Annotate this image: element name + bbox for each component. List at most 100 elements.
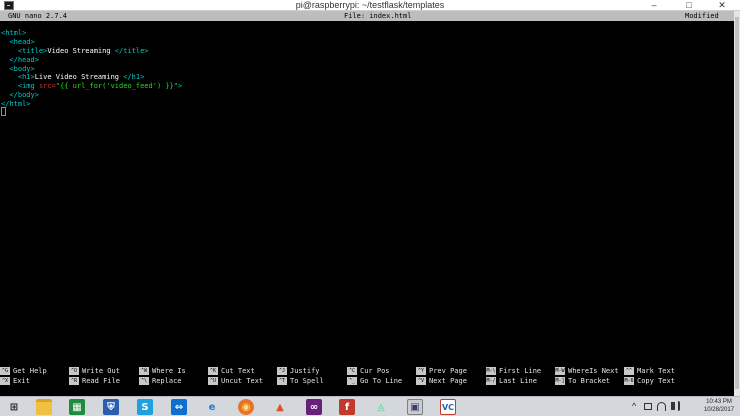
- shortcut-item[interactable]: M-W WhereIs Next: [555, 367, 619, 377]
- window-title: pi@raspberrypi: ~/testflask/templates: [295, 0, 445, 10]
- maximize-button[interactable]: □: [675, 0, 703, 11]
- shortcut-key: M-\: [486, 367, 496, 375]
- text-cursor: [1, 107, 6, 116]
- volume-speaker-icon[interactable]: [671, 402, 675, 410]
- security-shield-icon[interactable]: ⛨: [103, 399, 119, 415]
- shortcut-item[interactable]: ^G Get Help: [0, 367, 47, 377]
- shortcut-key: ^V: [416, 376, 426, 385]
- shortcut-item[interactable]: ^_ Go To Line: [347, 376, 402, 387]
- clock-date: 10/28/2017: [703, 407, 734, 413]
- shortcut-item[interactable]: ^V Next Page: [416, 376, 467, 387]
- code-line: <h1>Live Video Streaming </h1>: [1, 73, 182, 82]
- code-line: <img src="{{ url_for('video_feed') }}">: [1, 82, 182, 91]
- shortcut-item[interactable]: M-/Last Line: [486, 376, 537, 387]
- shortcut-key: ^K: [208, 367, 218, 375]
- taskbar-clock[interactable]: 10:43 PM 10/28/2017: [704, 398, 734, 414]
- shortcut-key: ^G: [0, 367, 10, 375]
- store-icon[interactable]: ▦: [69, 399, 85, 415]
- action-center-icon[interactable]: [644, 403, 652, 410]
- code-token: Live Video Streaming: [34, 73, 124, 82]
- shortcut-label: Cur Pos: [360, 367, 390, 375]
- code-token: <head>: [1, 37, 35, 46]
- teamviewer-icon[interactable]: ⇔: [171, 399, 187, 415]
- filezilla-icon[interactable]: f: [339, 399, 355, 415]
- shortcut-key: ^W: [139, 367, 149, 375]
- shortcut-key: ^_: [347, 376, 357, 385]
- code-token: <html>: [1, 29, 27, 37]
- shortcut-key: ^C: [347, 367, 357, 375]
- system-tray: ^: [630, 397, 690, 416]
- android-studio-icon[interactable]: ◬: [373, 399, 389, 415]
- shortcut-item[interactable]: ^O Write Out: [69, 367, 120, 377]
- shortcut-key: ^\: [139, 376, 149, 385]
- scrollbar-thumb[interactable]: [735, 17, 739, 389]
- code-token: <title>: [1, 46, 48, 55]
- internet-explorer-icon[interactable]: e: [204, 399, 220, 415]
- shortcut-item[interactable]: ^K Cut Text: [208, 367, 255, 377]
- shortcut-key: M-6: [624, 376, 634, 385]
- shortcut-label: To Bracket: [568, 376, 611, 385]
- shortcut-item[interactable]: ^R Read File: [69, 376, 120, 387]
- shortcut-label: Justify: [290, 367, 320, 375]
- shortcut-key: ^T: [277, 376, 287, 385]
- minimize-button[interactable]: –: [640, 0, 668, 11]
- shortcut-label: Get Help: [13, 367, 47, 375]
- start-windows-icon[interactable]: ⊞: [6, 399, 22, 415]
- visual-studio-icon[interactable]: ∞: [306, 399, 322, 415]
- code-token: </title>: [114, 46, 149, 55]
- close-button[interactable]: ✕: [708, 0, 736, 11]
- code-line: </body>: [1, 91, 182, 100]
- shortcut-item[interactable]: ^Y Prev Page: [416, 367, 467, 377]
- shortcut-key: M-W: [555, 367, 565, 375]
- shortcut-label: WhereIs Next: [568, 367, 619, 375]
- code-line: <html>: [1, 29, 182, 38]
- code-token: <img: [1, 82, 39, 91]
- matlab-icon[interactable]: ▲: [272, 399, 288, 415]
- shortcut-label: Uncut Text: [221, 376, 264, 385]
- skype-icon[interactable]: S: [137, 399, 153, 415]
- shortcut-label: Replace: [152, 376, 182, 385]
- code-token: <h1>: [1, 73, 35, 82]
- shortcut-label: Next Page: [429, 376, 467, 385]
- nano-header-bar: GNU nano 2.7.4 File: index.html Modified: [0, 11, 734, 21]
- code-token: "{{ url_for('video_feed') }}": [55, 82, 179, 91]
- nano-filename: File: index.html: [344, 12, 412, 20]
- code-line: </head>: [1, 56, 182, 65]
- shortcut-key: ^J: [277, 367, 287, 375]
- file-explorer-icon[interactable]: [36, 399, 52, 415]
- code-line: <body>: [1, 65, 182, 74]
- nano-modified-status: Modified: [685, 12, 719, 20]
- shortcut-item[interactable]: ^W Where Is: [139, 367, 186, 377]
- wifi-network-icon[interactable]: [657, 402, 666, 411]
- vnc-viewer-icon[interactable]: VC: [440, 399, 456, 415]
- shortcut-label: Prev Page: [429, 367, 467, 375]
- shortcut-key: M-]: [555, 376, 565, 385]
- vertical-scrollbar[interactable]: [734, 11, 740, 396]
- shortcut-item[interactable]: ^J Justify: [277, 367, 320, 377]
- tray-overflow-chevron-icon[interactable]: ^: [632, 401, 636, 411]
- shortcut-item[interactable]: ^^ Mark Text: [624, 367, 675, 377]
- shortcut-key: ^R: [69, 376, 79, 385]
- editor-text-area[interactable]: <html> <head> <title>Video Streaming </t…: [1, 29, 182, 109]
- code-token: <body>: [1, 64, 35, 73]
- code-line: <head>: [1, 38, 182, 47]
- putty-icon[interactable]: ▣: [407, 399, 423, 415]
- nano-shortcut-bar: ^G Get Help ^O Write Out ^W Where Is ^K Cut Tex…: [0, 367, 734, 386]
- shortcut-key: ^Y: [416, 367, 426, 375]
- firefox-icon[interactable]: ◉: [238, 399, 254, 415]
- shortcut-item[interactable]: ^T To Spell: [277, 376, 324, 387]
- window-title-bar[interactable]: pi@raspberrypi: ~/testflask/templates – …: [0, 0, 740, 11]
- shortcut-item[interactable]: ^C Cur Pos: [347, 367, 390, 377]
- shortcut-item[interactable]: M-6 Copy Text: [624, 376, 675, 387]
- shortcut-key: ^O: [69, 367, 79, 375]
- code-line: </html>: [1, 100, 182, 109]
- shortcut-label: Exit: [13, 376, 30, 385]
- shortcut-item[interactable]: ^U Uncut Text: [208, 376, 264, 387]
- shortcut-item[interactable]: M-\ First Line: [486, 367, 541, 377]
- shortcut-label: Write Out: [82, 367, 120, 375]
- shortcut-label: Read File: [82, 376, 120, 385]
- shortcut-item[interactable]: M-] To Bracket: [555, 376, 611, 387]
- shortcut-item[interactable]: ^\ Replace: [139, 376, 182, 387]
- shortcut-key: ^^: [624, 367, 634, 375]
- shortcut-item[interactable]: ^X Exit: [0, 376, 30, 387]
